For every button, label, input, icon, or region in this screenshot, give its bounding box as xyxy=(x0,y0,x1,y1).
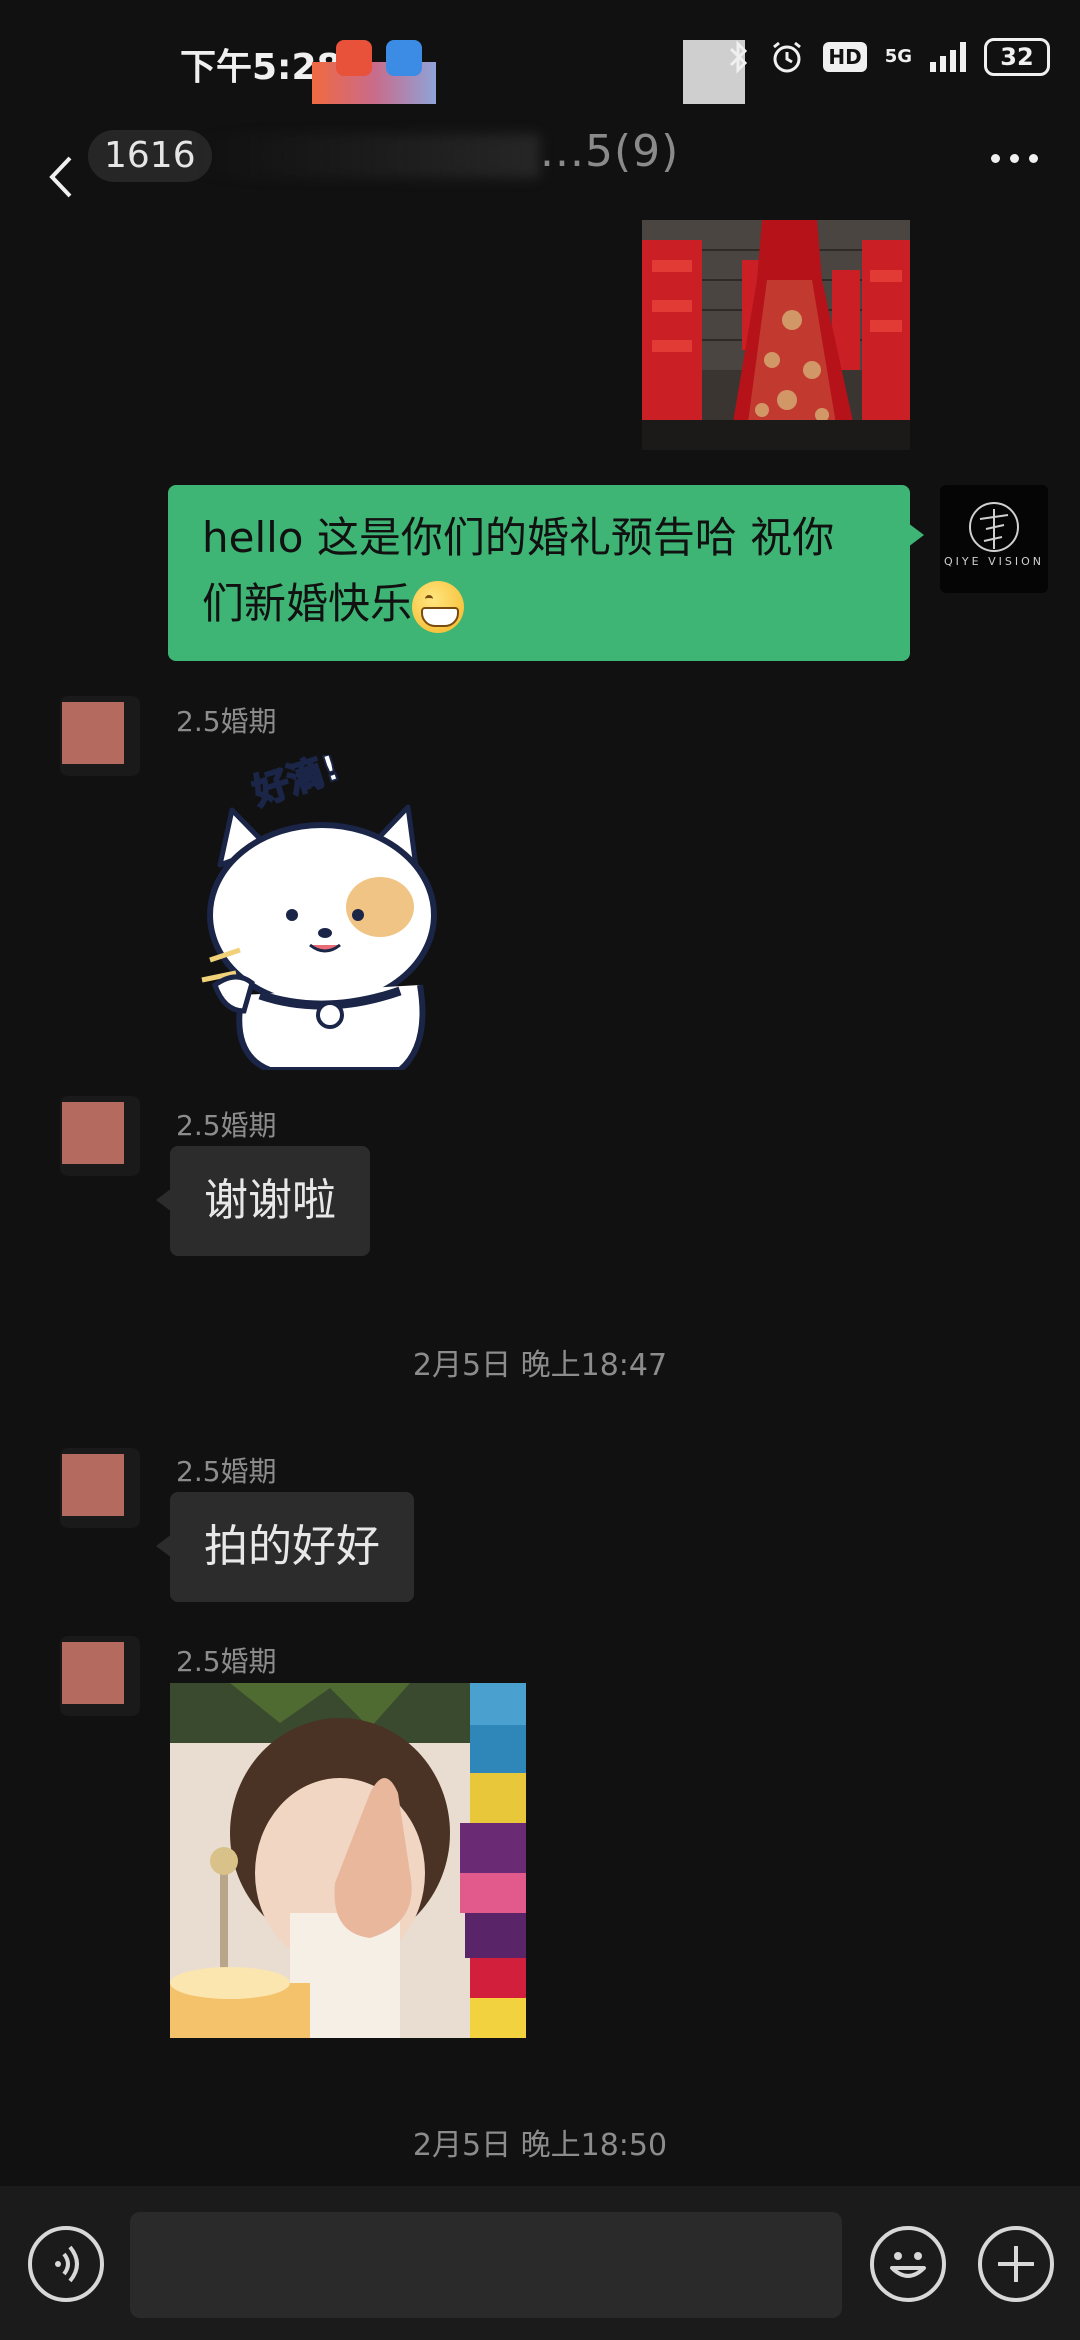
redacted-region xyxy=(200,134,540,178)
hd-badge: HD xyxy=(823,42,867,72)
network-label: 5G xyxy=(884,46,912,67)
voice-input-icon[interactable] xyxy=(28,2226,104,2302)
sender-name: 2.5婚期 xyxy=(176,1109,277,1142)
message-input[interactable] xyxy=(130,2212,842,2318)
sender-name: 2.5婚期 xyxy=(176,705,277,738)
wedding-photo[interactable] xyxy=(642,220,910,450)
contact-avatar[interactable] xyxy=(60,696,140,776)
incoming-message-bubble[interactable]: 谢谢啦 xyxy=(156,1146,370,1256)
outgoing-message-bubble[interactable]: hello 这是你们的婚礼预告哈 祝你 们新婚快乐 xyxy=(168,485,924,661)
chat-header: 1616 ...5(9) xyxy=(0,120,1080,230)
back-arrow-icon[interactable] xyxy=(42,152,82,202)
thumbs-up-photo[interactable] xyxy=(170,1683,526,2038)
bluetooth-icon xyxy=(730,40,748,74)
cat-sticker[interactable]: 好滴! xyxy=(180,746,460,1073)
my-avatar[interactable]: QIYE VISION xyxy=(940,485,1048,593)
more-functions-icon[interactable] xyxy=(978,2226,1054,2302)
outgoing-message-line: 们新婚快乐 xyxy=(202,571,876,637)
chat-title: ...5(9) xyxy=(540,126,680,177)
emoji-icon[interactable] xyxy=(870,2226,946,2302)
timestamp: 2月5日 晚上18:47 xyxy=(412,1348,668,1383)
status-bar: 下午5:28 HD 5G 32 xyxy=(0,0,1080,120)
incoming-message-bubble[interactable]: 拍的好好 xyxy=(156,1492,414,1602)
notification-app-icon xyxy=(386,40,422,76)
battery-indicator: 32 xyxy=(984,38,1050,76)
sender-name: 2.5婚期 xyxy=(176,1645,277,1678)
grinning-emoji-icon xyxy=(412,580,465,633)
more-options-icon[interactable] xyxy=(991,154,1038,163)
notification-app-icon xyxy=(336,40,372,76)
input-bar xyxy=(0,2186,1080,2340)
sender-name: 2.5婚期 xyxy=(176,1455,277,1488)
outgoing-message-line: hello 这是你们的婚礼预告哈 祝你 xyxy=(202,513,835,562)
svg-text:好滴!: 好滴! xyxy=(247,755,345,814)
contact-avatar[interactable] xyxy=(60,1636,140,1716)
contact-avatar[interactable] xyxy=(60,1096,140,1176)
status-icons: HD 5G 32 xyxy=(727,38,1050,76)
unread-count-badge[interactable]: 1616 xyxy=(88,130,212,182)
contact-avatar[interactable] xyxy=(60,1448,140,1528)
alarm-icon xyxy=(773,41,802,73)
signal-icon xyxy=(930,42,966,72)
avatar-logo-text: QIYE VISION xyxy=(944,555,1044,568)
timestamp: 2月5日 晚上18:50 xyxy=(412,2128,668,2163)
